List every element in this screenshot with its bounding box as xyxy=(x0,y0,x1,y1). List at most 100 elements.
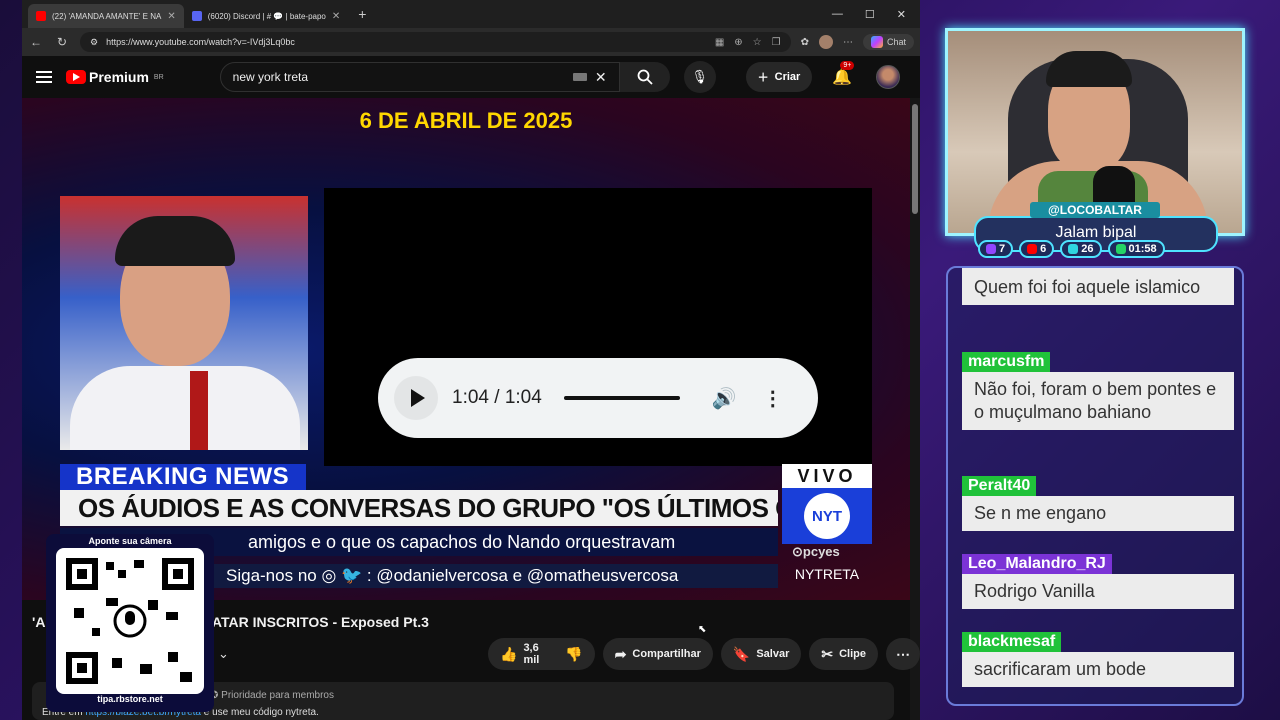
stat-value: 6 xyxy=(1040,243,1047,255)
chat-user: marcusfm xyxy=(962,352,1051,372)
logo-region: BR xyxy=(153,73,164,81)
share-icon: ➦ xyxy=(614,645,627,662)
create-label: Criar xyxy=(774,71,801,83)
logo-text: Premium xyxy=(89,69,149,85)
chat-text: Não foi, foram o bem pontes e o muçulman… xyxy=(962,372,1234,430)
share-button[interactable]: ➦ Compartilhar xyxy=(602,638,713,670)
stat-value: 01:58 xyxy=(1128,243,1157,255)
youtube-viewers: 6 xyxy=(1019,240,1055,258)
chat-message: Peralt40 Se n me engano xyxy=(962,476,1234,531)
like-count: 3,6 mil xyxy=(523,642,540,666)
nyt-logo-text: NYT xyxy=(804,493,850,539)
reading-mode-icon[interactable]: ❐ xyxy=(772,37,781,48)
more-actions-button[interactable]: ⋯ xyxy=(886,638,920,670)
apps-icon[interactable]: ▦ xyxy=(715,37,724,48)
site-info-icon[interactable]: ⚙ xyxy=(90,37,98,48)
tab-title: (22) 'AMANDA AMANTE' E NA xyxy=(52,11,162,21)
qr-site: tipa.rbstore.net xyxy=(97,694,163,704)
scrollbar-thumb[interactable] xyxy=(912,104,918,214)
copilot-icon xyxy=(870,36,883,48)
clear-search-icon[interactable]: ✕ xyxy=(595,69,607,86)
search-button[interactable] xyxy=(619,62,670,92)
chevron-down-icon[interactable]: ⌄ xyxy=(218,646,229,662)
chat-overlay: Quem foi foi aquele islamico marcusfm Nã… xyxy=(946,266,1244,706)
notifications-button[interactable]: 🔔 9+ xyxy=(832,61,855,87)
url-field[interactable]: ⚙ https://www.youtube.com/watch?v=-IVdj3… xyxy=(80,32,791,52)
window-controls: — ☐ ✕ xyxy=(832,8,920,21)
youtube-play-icon xyxy=(66,70,86,84)
host-camera-image xyxy=(60,196,308,450)
create-button[interactable]: ＋ Criar xyxy=(745,62,813,92)
profile-avatar-icon[interactable] xyxy=(818,35,833,49)
thumbs-up-icon: 👍 xyxy=(500,645,518,662)
menu-dots-icon[interactable]: ⋯ xyxy=(843,37,853,48)
channel-tag: NYTRETA xyxy=(794,566,860,582)
thumbs-down-icon[interactable]: 👎 xyxy=(565,646,582,663)
volume-icon[interactable]: 🔊 xyxy=(712,386,737,411)
back-icon[interactable]: ← xyxy=(28,35,44,49)
chat-message: blackmesaf sacrificaram um bode xyxy=(962,632,1234,687)
clip-label: Clipe xyxy=(839,648,866,660)
live-tag: VIVO xyxy=(782,464,872,488)
youtube-favicon-icon xyxy=(36,11,46,21)
favorite-star-icon[interactable]: ☆ xyxy=(753,37,762,48)
close-tab-icon[interactable]: ✕ xyxy=(167,11,175,22)
notification-badge: 9+ xyxy=(840,61,855,70)
tab-discord[interactable]: (6020) Discord | # 💬 | bate-papo ✕ xyxy=(184,4,349,28)
zoom-icon[interactable]: ⊕ xyxy=(734,37,742,48)
minimize-icon[interactable]: — xyxy=(832,8,843,21)
clip-button[interactable]: ✂ Clipe xyxy=(809,638,878,670)
breaking-news-tag: BREAKING NEWS xyxy=(60,464,306,490)
chat-message: marcusfm Não foi, foram o bem pontes e o… xyxy=(962,352,1234,430)
chat-text: sacrificaram um bode xyxy=(962,652,1234,687)
close-tab-icon[interactable]: ✕ xyxy=(332,11,340,22)
copilot-button[interactable]: Chat xyxy=(862,34,914,50)
search-icon xyxy=(637,69,653,85)
close-window-icon[interactable]: ✕ xyxy=(897,8,906,21)
twitch-icon xyxy=(986,244,996,254)
chat-text: Rodrigo Vanilla xyxy=(962,574,1234,609)
tab-youtube[interactable]: (22) 'AMANDA AMANTE' E NA ✕ xyxy=(28,4,184,28)
video-player[interactable]: 6 DE ABRIL DE 2025 1:04 / 1:04 🔊 ⋮ BREAK… xyxy=(22,98,910,600)
voice-search-button[interactable]: 🎙 xyxy=(683,61,716,93)
news-headline: OS ÁUDIOS E AS CONVERSAS DO GRUPO "OS ÚL… xyxy=(60,490,778,526)
hamburger-menu-icon[interactable] xyxy=(36,71,52,83)
stat-value: 7 xyxy=(999,243,1006,255)
date-banner: 6 DE ABRIL DE 2025 xyxy=(359,108,573,133)
bell-icon: 🔔 xyxy=(832,69,853,86)
stat-value: 26 xyxy=(1081,243,1094,255)
audio-time: 1:04 / 1:04 xyxy=(452,387,542,408)
copilot-label: Chat xyxy=(886,37,906,47)
kick-icon xyxy=(1068,244,1079,254)
video-actions: 👍 3,6 mil 👎 ➦ Compartilhar 🔖 Salvar ✂ Cl… xyxy=(488,638,920,670)
scissors-icon: ✂ xyxy=(821,645,834,662)
save-label: Salvar xyxy=(756,648,790,660)
address-bar-row: ← ↻ ⚙ https://www.youtube.com/watch?v=-I… xyxy=(22,28,920,56)
viewer-stats: 7 6 26 01:58 xyxy=(978,240,1165,258)
new-tab-button[interactable]: + xyxy=(348,6,376,22)
qr-overlay: Aponte sua câmera tipa.rbstore.net xyxy=(46,534,214,712)
chat-text: Quem foi foi aquele islamico xyxy=(962,268,1234,305)
audio-play-button[interactable] xyxy=(394,376,438,420)
mouse-cursor-icon: ⬉ xyxy=(698,624,707,635)
stream-timer: 01:58 xyxy=(1107,240,1165,258)
page-scrollbar[interactable] xyxy=(910,98,920,720)
save-button[interactable]: 🔖 Salvar xyxy=(720,638,802,670)
qr-code-icon xyxy=(56,548,204,694)
microphone-icon: 🎙 xyxy=(691,69,708,84)
maximize-icon[interactable]: ☐ xyxy=(865,8,875,21)
reload-icon[interactable]: ↻ xyxy=(54,35,70,49)
keyboard-icon[interactable] xyxy=(572,73,587,81)
like-button[interactable]: 👍 3,6 mil 👎 xyxy=(488,638,595,670)
description-post: e use meu código nytreta. xyxy=(200,707,319,718)
search-input[interactable]: new york treta ✕ xyxy=(219,62,620,92)
youtube-logo[interactable]: Premium BR xyxy=(66,69,164,85)
chat-message: Quem foi foi aquele islamico xyxy=(962,268,1234,305)
whatsapp-icon xyxy=(1115,244,1126,254)
extensions-icon[interactable]: ✿ xyxy=(801,37,809,48)
audio-progress-bar[interactable] xyxy=(563,396,680,400)
account-avatar[interactable] xyxy=(876,65,901,89)
more-options-icon[interactable]: ⋮ xyxy=(763,386,783,411)
twitch-viewers: 7 xyxy=(978,240,1014,258)
discord-favicon-icon xyxy=(191,11,202,21)
